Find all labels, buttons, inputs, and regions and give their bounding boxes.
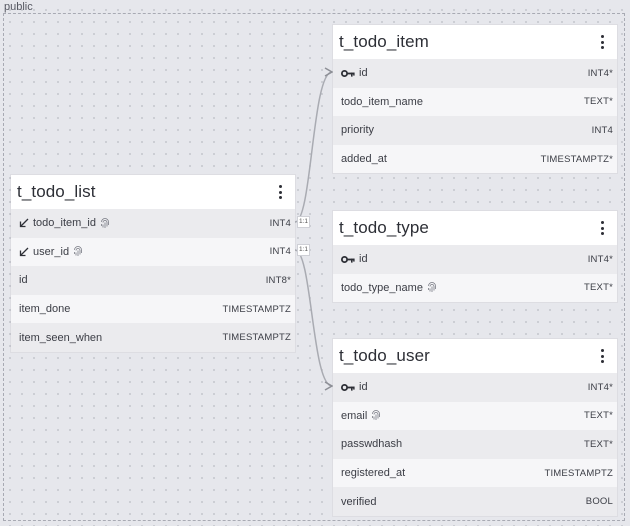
table-header: t_todo_list xyxy=(11,175,295,209)
more-vertical-icon[interactable] xyxy=(595,346,609,366)
fingerprint-icon xyxy=(371,410,381,421)
column-type: INT8* xyxy=(265,274,291,286)
column-type: TIMESTAMPTZ xyxy=(222,332,291,344)
column-row[interactable]: email TEXT* xyxy=(333,401,617,431)
column-row[interactable]: user_id INT4 xyxy=(11,237,295,267)
column-name: item_seen_when xyxy=(19,331,103,344)
table-t-todo-list[interactable]: t_todo_list todo_item_id INT4 user_id IN… xyxy=(11,175,295,352)
fingerprint-icon xyxy=(100,217,110,229)
column-name: email xyxy=(341,409,368,422)
column-type: INT4* xyxy=(587,253,613,265)
table-t-todo-user[interactable]: t_todo_user id INT4* email TEXT* passwdh… xyxy=(333,339,617,516)
column-name: added_at xyxy=(341,153,387,166)
fingerprint-icon xyxy=(427,282,437,293)
column-type: INT4 xyxy=(591,124,613,136)
column-row[interactable]: item_done TIMESTAMPTZ xyxy=(11,294,295,324)
column-row[interactable]: id INT4* xyxy=(333,245,617,274)
relation-badge-todo-item: 1:1 xyxy=(297,216,311,228)
column-type: INT4 xyxy=(269,246,291,258)
column-type: BOOL xyxy=(585,496,613,508)
column-row[interactable]: added_at TIMESTAMPTZ* xyxy=(333,144,617,174)
column-row[interactable]: priority INT4 xyxy=(333,116,617,145)
table-title: t_todo_item xyxy=(339,32,429,51)
column-name: verified xyxy=(341,495,377,508)
table-header: t_todo_item xyxy=(333,25,617,59)
column-type: INT4 xyxy=(269,217,291,229)
more-vertical-icon[interactable] xyxy=(595,32,609,52)
primary-key-icon xyxy=(341,255,355,264)
column-type: TEXT* xyxy=(584,282,613,294)
foreign-key-arrow-icon xyxy=(19,247,29,257)
column-name: id xyxy=(359,67,368,80)
fingerprint-icon xyxy=(73,246,83,257)
column-type: TIMESTAMPTZ xyxy=(222,303,291,315)
column-type: INT4* xyxy=(587,381,613,393)
foreign-key-arrow-icon xyxy=(19,218,29,228)
relation-badge-todo-user: 1:1 xyxy=(297,244,311,256)
primary-key-icon xyxy=(341,69,355,78)
column-row[interactable]: todo_type_name TEXT* xyxy=(333,273,617,303)
column-row[interactable]: todo_item_id INT4 xyxy=(11,209,295,238)
table-t-todo-item[interactable]: t_todo_item id INT4* todo_item_name TEXT… xyxy=(333,25,617,174)
column-name: registered_at xyxy=(341,467,406,480)
column-name: todo_item_id xyxy=(33,217,96,230)
column-type: TEXT* xyxy=(584,410,613,422)
column-type: TIMESTAMPTZ xyxy=(544,467,613,479)
column-name: user_id xyxy=(33,245,70,258)
column-type: TEXT* xyxy=(584,438,613,450)
primary-key-icon xyxy=(341,383,355,392)
column-name: todo_type_name xyxy=(341,281,423,294)
table-header: t_todo_user xyxy=(333,339,617,373)
column-row[interactable]: registered_at TIMESTAMPTZ xyxy=(333,458,617,488)
column-name: todo_item_name xyxy=(341,95,423,108)
column-row[interactable]: verified BOOL xyxy=(333,487,617,516)
schema-label: public xyxy=(4,1,33,13)
column-name: id xyxy=(19,274,28,287)
table-t-todo-type[interactable]: t_todo_type id INT4* todo_type_name TEXT… xyxy=(333,211,617,303)
column-name: priority xyxy=(341,124,375,137)
column-row[interactable]: item_seen_when TIMESTAMPTZ xyxy=(11,323,295,352)
table-header: t_todo_type xyxy=(333,211,617,245)
column-name: item_done xyxy=(19,303,71,316)
column-name: id xyxy=(359,253,368,266)
column-name: passwdhash xyxy=(341,438,403,451)
more-vertical-icon[interactable] xyxy=(595,218,609,238)
column-row[interactable]: todo_item_name TEXT* xyxy=(333,87,617,117)
column-row[interactable]: passwdhash TEXT* xyxy=(333,430,617,459)
column-row[interactable]: id INT4* xyxy=(333,59,617,88)
column-name: id xyxy=(359,381,368,394)
table-title: t_todo_list xyxy=(17,182,96,201)
table-title: t_todo_user xyxy=(339,346,430,365)
table-title: t_todo_type xyxy=(339,218,429,237)
more-vertical-icon[interactable] xyxy=(273,182,287,202)
column-row[interactable]: id INT4* xyxy=(333,373,617,402)
column-type: TIMESTAMPTZ* xyxy=(540,153,613,165)
column-type: INT4* xyxy=(587,67,613,79)
column-type: TEXT* xyxy=(584,96,613,108)
column-row[interactable]: id INT8* xyxy=(11,266,295,295)
